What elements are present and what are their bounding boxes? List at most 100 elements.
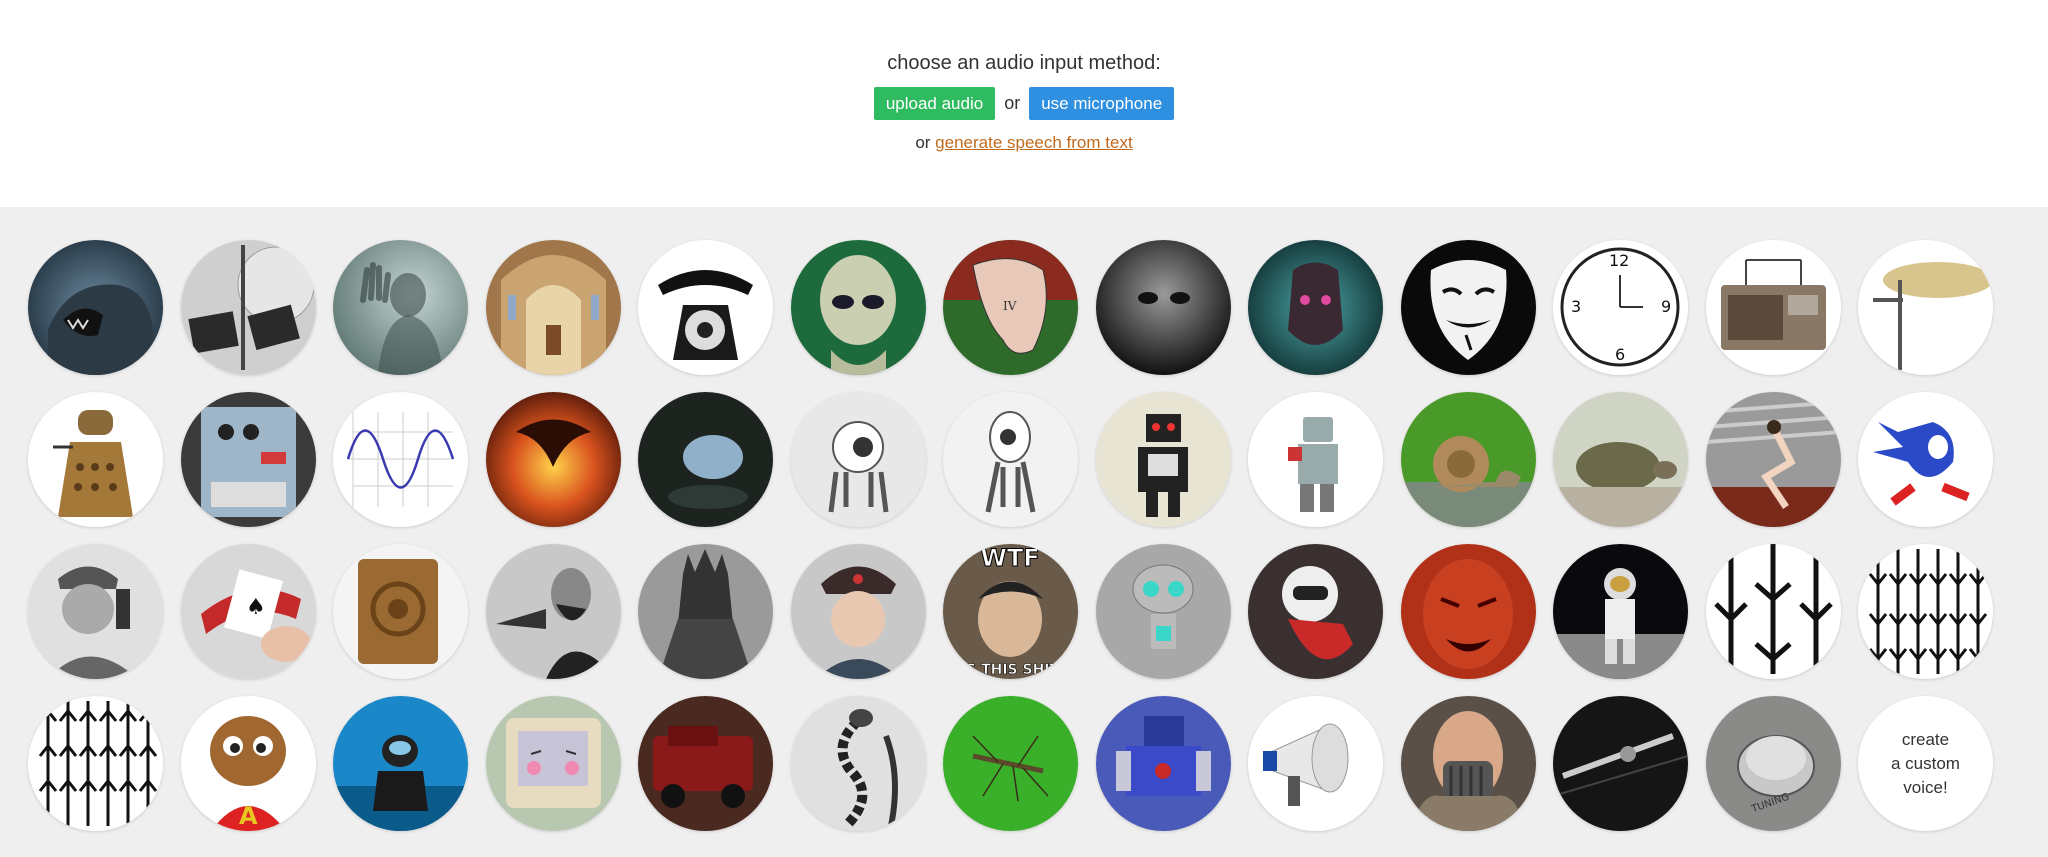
- voice-arrows-up[interactable]: [28, 696, 163, 831]
- voice-russian-soldier[interactable]: [790, 544, 926, 679]
- upload-audio-button[interactable]: upload audio: [873, 87, 996, 120]
- voice-alien[interactable]: [790, 240, 926, 375]
- voice-melting-clock[interactable]: IV: [943, 240, 1078, 375]
- voice-astronaut[interactable]: [1553, 544, 1688, 679]
- voice-playing-cards[interactable]: ♠: [180, 544, 316, 679]
- white-robot-icon: [790, 392, 926, 527]
- input-method-prompt: choose an audio input method:: [887, 52, 1161, 74]
- voice-cymbal[interactable]: [1858, 240, 1993, 375]
- transformer-robot-icon: [1095, 696, 1231, 831]
- toy-robot-icon: [1095, 392, 1231, 527]
- voice-arrows-down[interactable]: [1705, 544, 1841, 679]
- custom-voice-line-2: a custom: [1891, 753, 1960, 773]
- voice-white-robot[interactable]: [790, 392, 926, 527]
- voice-cable-snake[interactable]: [790, 696, 926, 831]
- chipmunk-icon: A: [180, 696, 316, 831]
- voice-arrows-down-many[interactable]: [1858, 544, 1993, 679]
- anonymous-mask-icon: [1400, 240, 1536, 375]
- voice-balrog[interactable]: [485, 392, 621, 527]
- voice-grey-alien[interactable]: [1095, 240, 1231, 375]
- voice-lego-robot[interactable]: [1248, 392, 1383, 527]
- voice-turntable[interactable]: [1553, 696, 1688, 831]
- voice-cathedral[interactable]: [485, 240, 621, 375]
- mosquito-icon: [943, 696, 1078, 831]
- voice-gramophone[interactable]: [180, 240, 316, 375]
- bane-icon: [1400, 696, 1536, 831]
- svg-text:12: 12: [1609, 251, 1629, 270]
- voice-retro-computer[interactable]: [485, 696, 621, 831]
- voice-megaphone[interactable]: [1248, 696, 1383, 831]
- voice-dalek[interactable]: [28, 392, 163, 527]
- playing-cards-icon: ♠: [180, 544, 316, 679]
- reversed-clock-icon: 12 9 3 6: [1553, 240, 1688, 375]
- grey-alien-icon: [1095, 240, 1231, 375]
- voice-godzilla[interactable]: [28, 240, 163, 375]
- melting-clock-icon: IV: [943, 240, 1078, 375]
- voice-kirobo-robot[interactable]: [1248, 544, 1383, 679]
- gramophone-icon: [180, 240, 316, 375]
- use-microphone-button[interactable]: use microphone: [1029, 87, 1175, 120]
- cave-icon: [638, 392, 773, 527]
- lego-robot-icon: [1248, 392, 1383, 527]
- cable-snake-icon: [790, 696, 926, 831]
- voice-chipmunk[interactable]: A: [180, 696, 316, 831]
- svg-text:3: 3: [1571, 297, 1581, 316]
- voice-knob[interactable]: TUNING: [1705, 696, 1841, 831]
- create-custom-voice-button[interactable]: create a custom voice!: [1858, 696, 1993, 831]
- svg-text:6: 6: [1615, 345, 1625, 364]
- arrows-up-icon: [28, 696, 163, 831]
- voice-sauron[interactable]: [638, 544, 773, 679]
- voice-anonymous[interactable]: [1400, 240, 1536, 375]
- voice-ghost[interactable]: [333, 240, 468, 375]
- or-prefix: or: [915, 133, 931, 152]
- voice-telephone[interactable]: [638, 240, 773, 375]
- arrows-down-icon: [1705, 544, 1841, 679]
- custom-voice-line-1: create: [1901, 729, 1950, 749]
- knob-icon: TUNING: [1705, 696, 1841, 831]
- custom-voice-line-3: voice!: [1903, 777, 1948, 797]
- voice-white-robot-2[interactable]: [943, 392, 1078, 527]
- voice-gir-robot[interactable]: [1095, 544, 1231, 679]
- voice-scuba-diver[interactable]: [333, 696, 468, 831]
- voice-sonic[interactable]: [1858, 392, 1993, 527]
- scuba-diver-icon: [333, 696, 468, 831]
- voice-red-truck[interactable]: [638, 696, 773, 831]
- voice-reversed-clock[interactable]: 12 9 3 6: [1553, 240, 1688, 375]
- voice-sprinter[interactable]: [1705, 392, 1841, 527]
- voice-soldier-radio[interactable]: [28, 544, 163, 679]
- alien-icon: [790, 240, 926, 375]
- kirobo-robot-icon: [1248, 544, 1383, 679]
- voice-bane[interactable]: [1400, 696, 1536, 831]
- russian-soldier-icon: [790, 544, 926, 679]
- voice-phonograph-man[interactable]: [485, 544, 621, 679]
- voice-sine-wave[interactable]: [333, 392, 468, 527]
- voice-cave[interactable]: [638, 392, 773, 527]
- voice-mosquito[interactable]: [943, 696, 1078, 831]
- voice-wtf-meme[interactable]: WTF IS THIS SHIT: [943, 544, 1078, 679]
- voice-effects-pedal[interactable]: [180, 392, 316, 527]
- voice-transformer-robot[interactable]: [1095, 696, 1231, 831]
- soldier-radio-icon: [28, 544, 163, 679]
- input-method-buttons: upload audio or use microphone: [0, 87, 2048, 120]
- sonic-icon: [1858, 392, 1993, 527]
- voice-radio[interactable]: [1705, 240, 1841, 375]
- voice-tortoise[interactable]: [1553, 392, 1688, 527]
- or-separator: or: [1004, 93, 1021, 113]
- voice-toy-robot[interactable]: [1095, 392, 1231, 527]
- svg-text:IV: IV: [1003, 299, 1017, 313]
- retro-computer-icon: [485, 696, 621, 831]
- phonograph-man-icon: [485, 544, 621, 679]
- gir-robot-icon: [1095, 544, 1231, 679]
- megaphone-icon: [1248, 696, 1383, 831]
- cyborg-icon: [1248, 240, 1383, 375]
- voice-snail[interactable]: [1400, 392, 1536, 527]
- white-robot-2-icon: [943, 392, 1078, 527]
- turntable-icon: [1553, 696, 1688, 831]
- generate-speech-link[interactable]: generate speech from text: [935, 133, 1133, 152]
- voice-demon[interactable]: [1400, 544, 1536, 679]
- snail-icon: [1400, 392, 1536, 527]
- voice-wooden-speaker[interactable]: [333, 544, 468, 679]
- ghost-icon: [333, 240, 468, 375]
- voice-cyborg[interactable]: [1248, 240, 1383, 375]
- sprinter-icon: [1705, 392, 1841, 527]
